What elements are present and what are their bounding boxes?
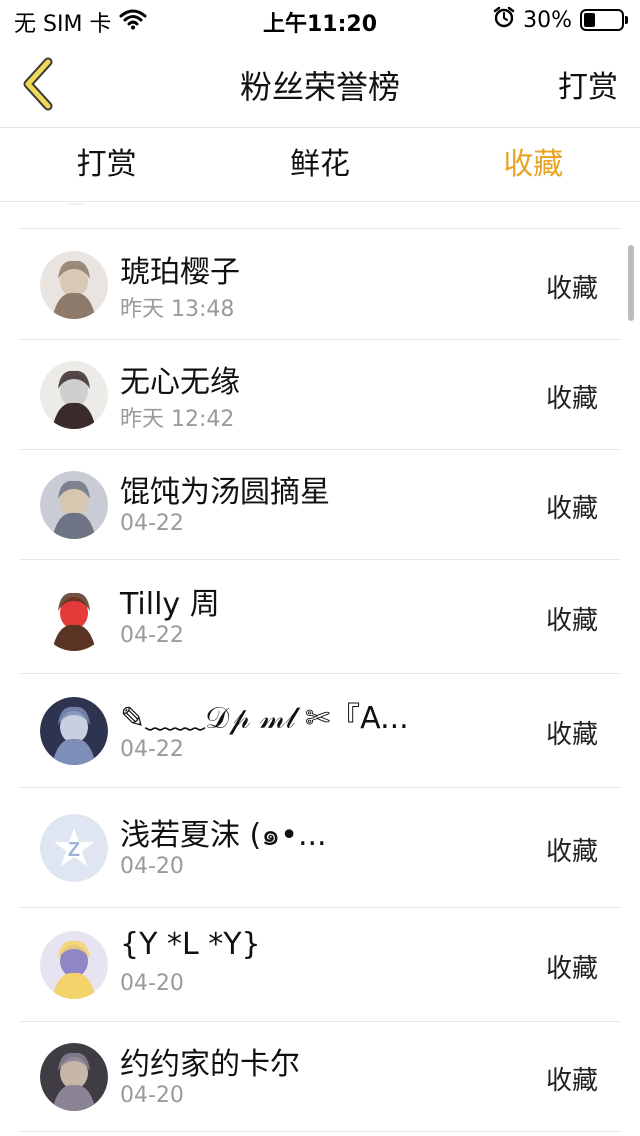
- reward-button[interactable]: 打赏: [558, 62, 618, 106]
- favorite-label: 收藏: [545, 720, 598, 750]
- user-name: {Y *L *Y}: [120, 927, 261, 962]
- user-name: Tilly 周: [120, 587, 220, 622]
- favorite-label: 收藏: [545, 384, 598, 414]
- favorite-label: 收藏: [545, 837, 598, 867]
- status-bar: 无 SIM 卡 上午11:20 30%: [0, 0, 640, 42]
- timestamp: 昨天 13:48: [120, 297, 235, 322]
- timestamp: 04-22: [120, 511, 184, 536]
- list-item[interactable]: [20, 203, 620, 229]
- user-name: 馄饨为汤圆摘星: [120, 475, 330, 510]
- tab-flowers[interactable]: 鲜花: [213, 128, 426, 201]
- favorite-label: 收藏: [545, 954, 598, 984]
- tab-reward[interactable]: 打赏: [0, 128, 213, 201]
- favorite-label: 收藏: [545, 494, 598, 524]
- timestamp: 04-20: [120, 854, 184, 879]
- avatar: [40, 931, 108, 999]
- user-name: 约约家的卡尔: [120, 1047, 300, 1082]
- avatar: [40, 583, 108, 651]
- alarm-icon: [493, 6, 515, 34]
- timestamp: 昨天 12:42: [120, 407, 235, 432]
- timestamp: 04-20: [120, 971, 184, 996]
- status-right: 30%: [493, 6, 628, 34]
- svg-text:Z: Z: [68, 839, 80, 861]
- timestamp: 04-22: [120, 737, 184, 762]
- scrollbar[interactable]: [628, 245, 634, 321]
- favorite-label: 收藏: [545, 1066, 598, 1096]
- list-item[interactable]: 琥珀樱子昨天 13:48 收藏: [20, 229, 620, 340]
- list-item[interactable]: ✎﹏﹏𝒟𝓅 𝓂𝓁 ✄『A... 04-22 收藏: [20, 674, 620, 788]
- timestamp: 04-22: [120, 623, 184, 648]
- tab-favorites[interactable]: 收藏: [427, 128, 640, 201]
- timestamp: 04-20: [120, 1083, 184, 1108]
- list-item[interactable]: 约约家的卡尔 04-20 收藏: [20, 1022, 620, 1132]
- avatar: [40, 471, 108, 539]
- list-item[interactable]: 馄饨为汤圆摘星 04-22 收藏: [20, 450, 620, 560]
- user-name: ✎﹏﹏𝒟𝓅 𝓂𝓁 ✄『A...: [120, 701, 409, 736]
- user-name: 无心无缘: [120, 365, 240, 400]
- avatar: [40, 697, 108, 765]
- user-name: 浅若夏沫 (๑•...: [120, 818, 327, 853]
- favorite-label: 收藏: [545, 606, 598, 636]
- battery-percent: 30%: [523, 7, 572, 33]
- list-item[interactable]: Z 浅若夏沫 (๑•... 04-20 收藏: [20, 788, 620, 908]
- favorites-list[interactable]: 琥珀樱子 昨天 13:48 收藏 无心无缘 昨天 12:42 收藏 馄饨为汤圆摘星 04-22…: [0, 203, 640, 1136]
- list-item[interactable]: Tilly 周 04-22 收藏: [20, 560, 620, 674]
- list-item[interactable]: 无心无缘昨天 12:42 收藏: [20, 340, 620, 450]
- avatar: [48, 203, 104, 205]
- nav-bar: 粉丝荣誉榜 打赏: [0, 42, 640, 128]
- list-item[interactable]: {Y *L *Y} 04-20 收藏: [20, 908, 620, 1022]
- tab-bar: 打赏 鲜花 收藏: [0, 128, 640, 202]
- page-title: 粉丝荣誉榜: [239, 68, 400, 106]
- avatar: [40, 251, 108, 319]
- avatar: [40, 361, 108, 429]
- battery-fill: [584, 13, 595, 27]
- avatar: Z: [40, 814, 108, 882]
- user-name: 琥珀樱子: [120, 255, 240, 290]
- avatar: [40, 1043, 108, 1111]
- favorite-label: 收藏: [545, 274, 598, 304]
- battery-icon: [580, 9, 628, 31]
